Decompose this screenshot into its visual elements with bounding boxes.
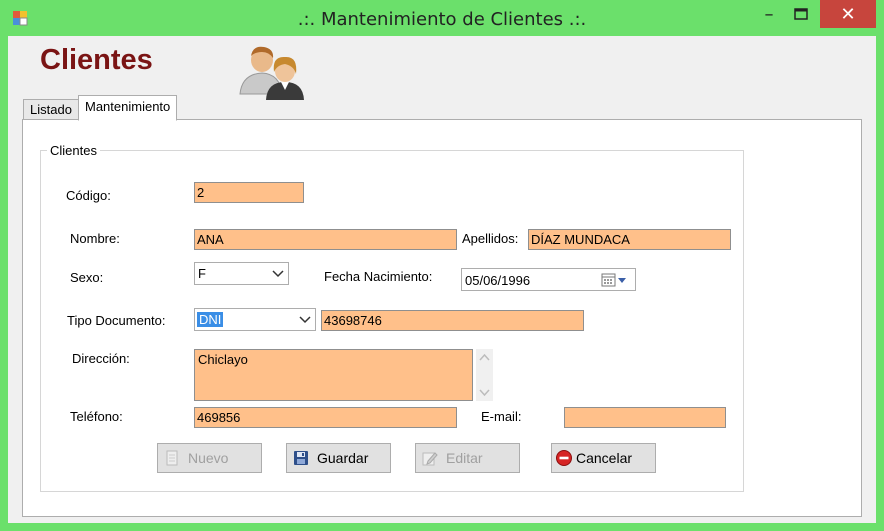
- cancelar-button[interactable]: Cancelar: [551, 443, 656, 473]
- chevron-down-icon[interactable]: [299, 315, 311, 325]
- editar-button[interactable]: Editar: [415, 443, 520, 473]
- nombre-label: Nombre:: [70, 231, 120, 246]
- tab-panel-mantenimiento: Clientes Código: 2 Nombre: ANA Apellidos…: [22, 119, 862, 517]
- cancelar-button-label: Cancelar: [576, 450, 633, 466]
- direccion-textarea[interactable]: Chiclayo: [194, 349, 473, 401]
- codigo-label: Código:: [66, 188, 111, 203]
- editar-button-label: Editar: [446, 450, 483, 466]
- minimize-icon: –: [764, 3, 774, 25]
- tab-listado[interactable]: Listado: [23, 99, 79, 120]
- fecha-nacimiento-label: Fecha Nacimiento:: [324, 269, 433, 284]
- tipo-documento-select[interactable]: DNI: [194, 308, 316, 331]
- maximize-button[interactable]: [786, 0, 816, 28]
- tipo-documento-label: Tipo Documento:: [67, 313, 166, 328]
- window-title: .:. Mantenimiento de Clientes .:.: [297, 9, 587, 30]
- users-icon: [239, 46, 304, 100]
- guardar-button-label: Guardar: [317, 450, 369, 466]
- edit-icon: [422, 452, 438, 466]
- close-icon: ✕: [840, 3, 856, 25]
- sexo-select[interactable]: F: [194, 262, 289, 285]
- email-label: E-mail:: [481, 409, 522, 424]
- title-bar[interactable]: .:. Mantenimiento de Clientes .:. – ✕: [0, 0, 884, 36]
- chevron-down-icon[interactable]: [479, 389, 490, 397]
- cancel-icon: [556, 450, 572, 466]
- fecha-nacimiento-value: 05/06/1996: [465, 273, 531, 288]
- close-button[interactable]: ✕: [820, 0, 876, 28]
- numero-documento-field[interactable]: 43698746: [321, 310, 584, 331]
- form-client-area: Clientes Listado Mantenimiento Clientes …: [8, 36, 876, 523]
- fecha-nacimiento-picker[interactable]: 05/06/1996: [461, 268, 636, 291]
- chevron-down-icon[interactable]: [272, 269, 284, 279]
- save-icon: [294, 451, 308, 465]
- nuevo-button-label: Nuevo: [188, 450, 229, 466]
- telefono-field[interactable]: 469856: [194, 407, 457, 428]
- telefono-label: Teléfono:: [70, 409, 123, 424]
- apellidos-label: Apellidos:: [462, 231, 519, 246]
- chevron-up-icon[interactable]: [479, 353, 490, 361]
- email-field[interactable]: [564, 407, 726, 428]
- tipo-documento-value: DNI: [197, 312, 224, 327]
- nuevo-button[interactable]: Nuevo: [157, 443, 262, 473]
- sexo-label: Sexo:: [70, 270, 104, 285]
- direccion-label: Dirección:: [72, 351, 130, 366]
- maximize-icon: [794, 8, 808, 20]
- sexo-value: F: [198, 266, 206, 281]
- app-window: .:. Mantenimiento de Clientes .:. – ✕ Cl…: [0, 0, 884, 531]
- direccion-scrollbar[interactable]: [476, 349, 493, 401]
- tab-mantenimiento[interactable]: Mantenimiento: [78, 95, 178, 121]
- calendar-icon[interactable]: [601, 273, 629, 287]
- groupbox-label: Clientes: [47, 143, 100, 158]
- nombre-field[interactable]: ANA: [194, 229, 457, 250]
- page-title: Clientes: [40, 44, 153, 76]
- apellidos-field[interactable]: DÍAZ MUNDACA: [528, 229, 731, 250]
- codigo-field[interactable]: 2: [194, 182, 304, 203]
- minimize-button[interactable]: –: [754, 0, 784, 28]
- guardar-button[interactable]: Guardar: [286, 443, 391, 473]
- new-document-icon: [166, 450, 178, 466]
